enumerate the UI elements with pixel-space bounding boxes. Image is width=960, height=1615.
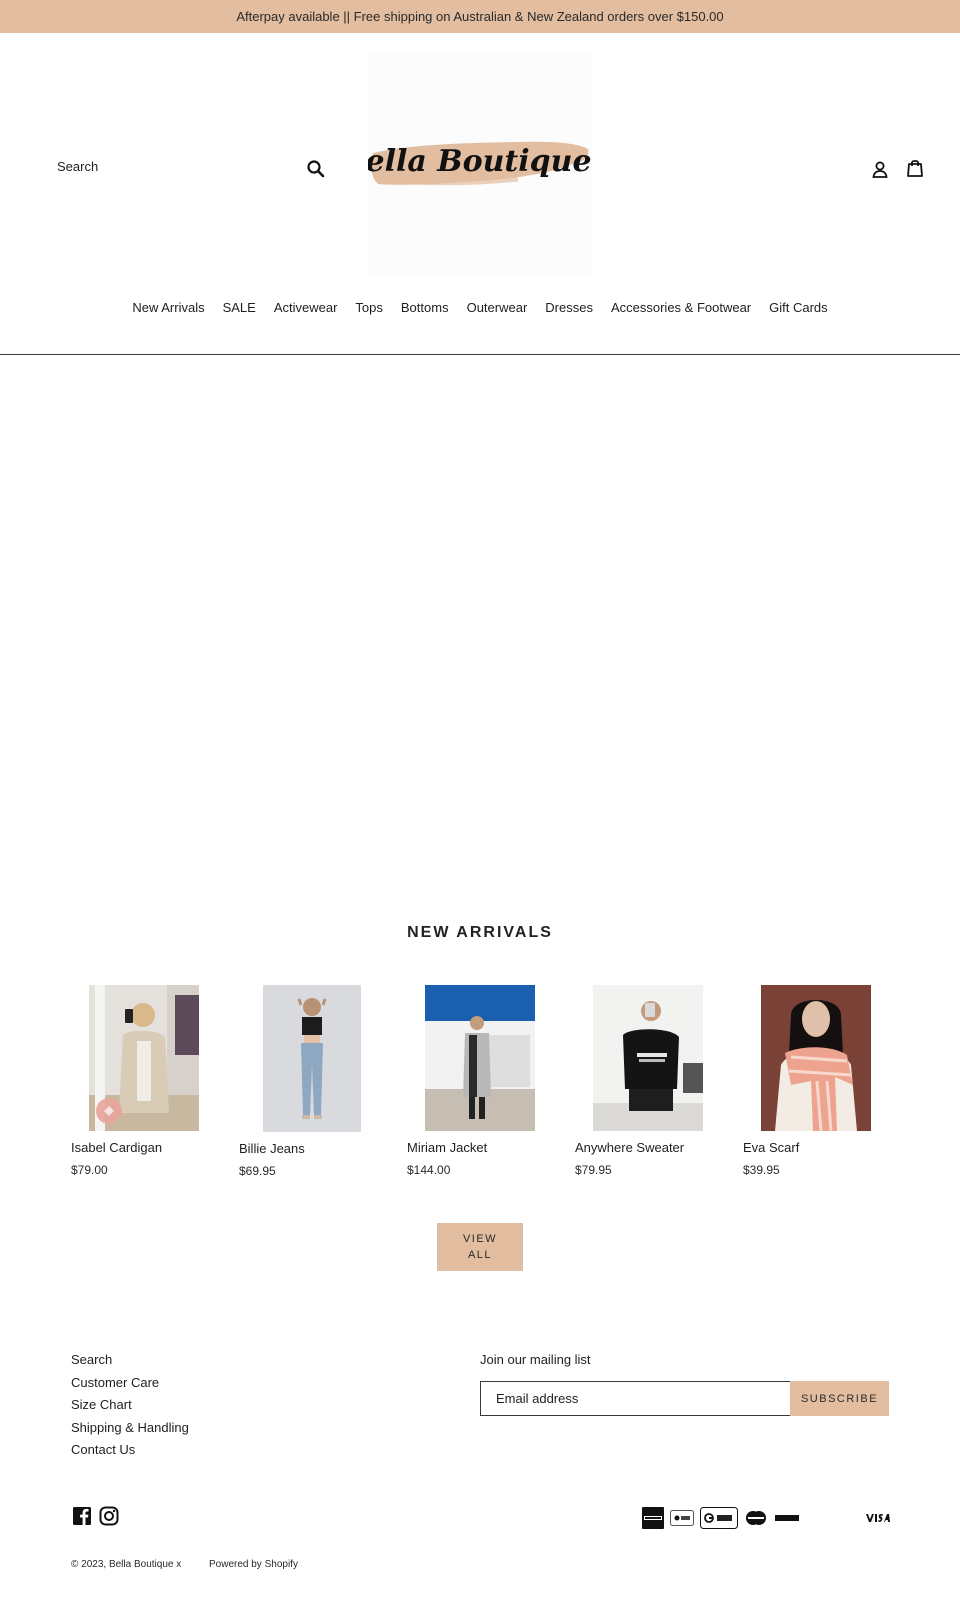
nav-item-gift-cards[interactable]: Gift Cards: [769, 300, 828, 315]
nav-item-activewear[interactable]: Activewear: [274, 300, 338, 315]
product-name[interactable]: Eva Scarf: [743, 1140, 799, 1155]
nav-item-sale[interactable]: SALE: [223, 300, 256, 315]
subscribe-button[interactable]: SUBSCRIBE: [790, 1381, 889, 1416]
powered-by-link[interactable]: Powered by Shopify: [209, 1559, 298, 1570]
visa-icon: [864, 1507, 890, 1529]
product-price: $39.95: [743, 1163, 780, 1177]
footer-link-contact-us[interactable]: Contact Us: [71, 1442, 189, 1465]
product-price: $144.00: [407, 1163, 451, 1177]
product-grid: Isabel Cardigan $79.00 Billie Jeans $69.…: [71, 985, 889, 1185]
search-icon[interactable]: [305, 158, 327, 180]
nav-item-outerwear[interactable]: Outerwear: [467, 300, 528, 315]
footer-link-customer-care[interactable]: Customer Care: [71, 1375, 189, 1398]
product-name[interactable]: Anywhere Sweater: [575, 1140, 684, 1155]
product-price: $69.95: [239, 1164, 276, 1178]
nav-item-dresses[interactable]: Dresses: [545, 300, 593, 315]
email-field[interactable]: [480, 1381, 791, 1416]
view-all-button[interactable]: VIEW ALL: [437, 1223, 523, 1271]
nav-item-accessories-footwear[interactable]: Accessories & Footwear: [611, 300, 751, 315]
bag-icon[interactable]: [904, 157, 926, 179]
nav-item-tops[interactable]: Tops: [355, 300, 382, 315]
footer-link-search[interactable]: Search: [71, 1352, 189, 1375]
copyright-text: © 2023, Bella Boutique x: [71, 1559, 182, 1570]
view-all-label: VIEW ALL: [462, 1233, 498, 1261]
footer-link-shipping-handling[interactable]: Shipping & Handling: [71, 1420, 189, 1443]
footer-links: Search Customer Care Size Chart Shipping…: [71, 1352, 189, 1465]
store-logo[interactable]: Bella Boutique x: [368, 53, 592, 277]
announcement-bar: Afterpay available || Free shipping on A…: [0, 0, 960, 33]
user-icon[interactable]: [869, 158, 891, 180]
footer-link-size-chart[interactable]: Size Chart: [71, 1397, 189, 1420]
product-image[interactable]: [263, 985, 361, 1132]
nav-item-new-arrivals[interactable]: New Arrivals: [132, 300, 204, 315]
google-pay-icon: [700, 1507, 738, 1529]
mastercard-icon: [744, 1507, 768, 1529]
facebook-icon[interactable]: [72, 1506, 92, 1526]
product-image[interactable]: [761, 985, 871, 1131]
main-nav: New Arrivals SALE Activewear Tops Bottom…: [0, 300, 960, 315]
header-divider: [0, 354, 960, 355]
nav-item-bottoms[interactable]: Bottoms: [401, 300, 449, 315]
product-image[interactable]: [593, 985, 703, 1131]
product-price: $79.00: [71, 1163, 108, 1177]
section-title: NEW ARRIVALS: [407, 924, 553, 941]
paypal-icon: [773, 1507, 801, 1529]
logo-text: Bella Boutique x: [368, 144, 592, 179]
instagram-icon[interactable]: [99, 1506, 119, 1526]
product-name[interactable]: Isabel Cardigan: [71, 1140, 162, 1155]
product-price: $79.95: [575, 1163, 612, 1177]
apple-pay-icon: [670, 1507, 694, 1529]
mailing-list-title: Join our mailing list: [480, 1352, 591, 1367]
product-image[interactable]: [425, 985, 535, 1131]
american-express-icon: [642, 1507, 664, 1529]
announcement-text: Afterpay available || Free shipping on A…: [236, 9, 724, 24]
search-input[interactable]: Search: [57, 159, 98, 174]
product-image[interactable]: [89, 985, 199, 1131]
product-name[interactable]: Billie Jeans: [239, 1141, 305, 1156]
product-name[interactable]: Miriam Jacket: [407, 1140, 487, 1155]
